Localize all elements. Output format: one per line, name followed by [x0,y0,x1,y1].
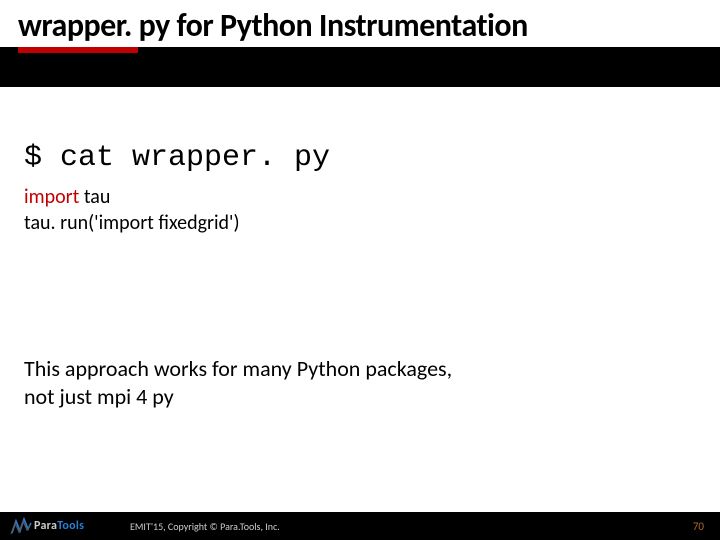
header-strip [0,47,720,87]
logo-icon [10,517,32,535]
slide-title: wrapper. py for Python Instrumentation [18,6,702,45]
accent-bar [18,47,138,53]
page-number: 70 [693,520,704,533]
summary-line-1: This approach works for many Python pack… [24,355,696,383]
keyword-import: import [24,185,79,209]
code-line-1: import tau [24,185,696,209]
logo-tools: Tools [57,519,84,533]
logo-text: ParaTools [34,519,84,533]
module-name: tau [79,185,110,209]
code-line-2: tau. run('import fixedgrid') [24,211,696,235]
title-bar: wrapper. py for Python Instrumentation [0,0,720,45]
shell-command: $ cat wrapper. py [24,141,696,175]
content-area: $ cat wrapper. py import tau tau. run('i… [0,87,720,512]
slide: wrapper. py for Python Instrumentation $… [0,0,720,540]
logo: ParaTools [10,517,84,535]
summary-text: This approach works for many Python pack… [24,355,696,410]
footer: ParaTools EMIT'15, Copyright © Para.Tool… [0,512,720,540]
logo-para: Para [34,519,57,533]
summary-line-2: not just mpi 4 py [24,383,696,411]
copyright-text: EMIT'15, Copyright © Para.Tools, Inc. [130,520,280,533]
